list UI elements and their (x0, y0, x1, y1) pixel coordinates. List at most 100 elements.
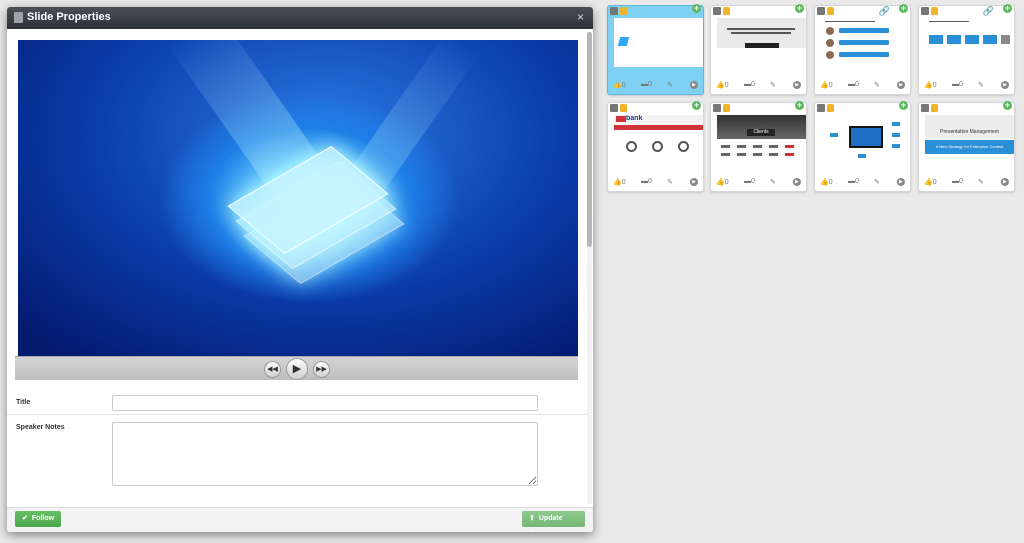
add-icon[interactable]: + (692, 101, 701, 110)
copy-icon[interactable] (817, 104, 825, 112)
play-icon[interactable]: ▶ (1001, 81, 1009, 89)
comment-icon[interactable]: ▬0 (952, 178, 963, 185)
like-icon[interactable]: 👍0 (716, 81, 729, 89)
like-icon[interactable]: 👍0 (820, 81, 833, 89)
slide-thumbnail[interactable] (717, 18, 806, 67)
slide-thumbnail[interactable]: Presentation Management A New Strategy f… (925, 115, 1014, 164)
thumb-box (983, 35, 997, 44)
like-count: 0 (828, 179, 833, 186)
edit-icon[interactable]: ✎ (667, 178, 673, 186)
lock-icon[interactable] (931, 104, 938, 112)
comment-icon[interactable]: ▬0 (641, 178, 652, 185)
thumb-text-line (929, 21, 969, 22)
like-icon[interactable]: 👍0 (924, 81, 937, 89)
slide-card[interactable]: + 👍0 ▬0 ✎ ▶ (710, 4, 807, 95)
video-player[interactable] (18, 40, 578, 356)
like-icon[interactable]: 👍0 (613, 178, 626, 186)
scrollbar[interactable] (587, 32, 592, 504)
slide-card[interactable]: + bank 👍0 ▬0 ✎ ▶ (607, 101, 704, 192)
play-icon[interactable]: ▶ (897, 81, 905, 89)
slide-card[interactable]: + Presentation Management A New Strategy… (918, 101, 1015, 192)
lock-icon[interactable] (723, 104, 730, 112)
slide-thumbnail[interactable] (821, 18, 910, 67)
play-icon[interactable]: ▶ (690, 178, 698, 186)
thumb-box (891, 121, 901, 127)
lock-icon[interactable] (827, 104, 834, 112)
add-icon[interactable]: + (795, 4, 804, 13)
comment-icon[interactable]: ▬0 (952, 81, 963, 88)
like-icon[interactable]: 👍0 (716, 178, 729, 186)
comment-icon[interactable]: ▬0 (848, 178, 859, 185)
rewind-button[interactable]: ◀◀ (264, 361, 281, 378)
thumb-circle (652, 141, 663, 152)
slide-thumbnail[interactable]: bank (614, 115, 703, 164)
edit-icon[interactable]: ✎ (667, 81, 673, 89)
slide-thumbnail[interactable] (925, 18, 1014, 67)
thumb-text-line (825, 21, 875, 22)
lock-icon[interactable] (723, 7, 730, 15)
edit-icon[interactable]: ✎ (874, 81, 880, 89)
lock-icon[interactable] (620, 104, 627, 112)
add-icon[interactable]: + (1003, 101, 1012, 110)
client-logo (737, 153, 746, 156)
client-logo (769, 145, 778, 148)
play-button[interactable]: ▶ (286, 358, 308, 380)
play-icon[interactable]: ▶ (897, 178, 905, 186)
lock-icon[interactable] (827, 7, 834, 15)
play-icon[interactable]: ▶ (793, 81, 801, 89)
slide-card[interactable]: + Clients 👍0 ▬0 ✎ ▶ (710, 101, 807, 192)
copy-icon[interactable] (713, 7, 721, 15)
close-icon[interactable]: × (577, 10, 584, 24)
copy-icon[interactable] (921, 104, 929, 112)
slide-thumbnail[interactable]: Clients (717, 115, 806, 164)
link-icon[interactable]: 🔗 (879, 6, 890, 16)
shufflrr-logo-text: shufflrr (630, 34, 679, 51)
thumb-box (829, 132, 839, 138)
follow-button[interactable]: ✔ Follow (15, 511, 61, 527)
like-icon[interactable]: 👍0 (820, 178, 833, 186)
edit-icon[interactable]: ✎ (770, 178, 776, 186)
edit-icon[interactable]: ✎ (978, 178, 984, 186)
add-icon[interactable]: + (899, 4, 908, 13)
shufflrr-logo-mark (617, 37, 630, 46)
scrollbar-thumb[interactable] (587, 32, 592, 247)
add-icon[interactable]: + (1003, 4, 1012, 13)
copy-icon[interactable] (610, 104, 618, 112)
slide-thumbnail[interactable]: shufflrr (614, 18, 703, 67)
copy-icon[interactable] (817, 7, 825, 15)
link-icon[interactable]: 🔗 (983, 6, 994, 16)
edit-icon[interactable]: ✎ (874, 178, 880, 186)
play-icon[interactable]: ▶ (793, 178, 801, 186)
comment-icon[interactable]: ▬0 (641, 81, 652, 88)
fast-forward-button[interactable]: ▶▶ (313, 361, 330, 378)
thumb-title: Presentation Management (940, 129, 999, 135)
title-input[interactable] (112, 395, 538, 411)
play-icon[interactable]: ▶ (1001, 178, 1009, 186)
slide-card[interactable]: + shufflrr 👍0 ▬0 ✎ ▶ (607, 4, 704, 95)
slide-card[interactable]: 🔗 + 👍0 ▬0 ✎ ▶ (814, 4, 911, 95)
add-icon[interactable]: + (899, 101, 908, 110)
edit-icon[interactable]: ✎ (978, 81, 984, 89)
slide-thumbnail[interactable] (821, 115, 910, 164)
lock-icon[interactable] (931, 7, 938, 15)
thumb-label-block (745, 43, 779, 48)
comment-icon[interactable]: ▬0 (744, 178, 755, 185)
add-icon[interactable]: + (692, 4, 701, 13)
speaker-notes-input[interactable] (112, 422, 538, 486)
play-icon[interactable]: ▶ (690, 81, 698, 89)
comment-icon[interactable]: ▬0 (848, 81, 859, 88)
edit-icon[interactable]: ✎ (770, 81, 776, 89)
copy-icon[interactable] (921, 7, 929, 15)
copy-icon[interactable] (610, 7, 618, 15)
add-icon[interactable]: + (795, 101, 804, 110)
card-toolbar: + (713, 4, 804, 17)
slide-card[interactable]: 🔗 + 👍0 ▬0 ✎ ▶ (918, 4, 1015, 95)
like-icon[interactable]: 👍0 (613, 81, 626, 89)
like-icon[interactable]: 👍0 (924, 178, 937, 186)
slide-card[interactable]: + 👍0 ▬0 ✎ ▶ (814, 101, 911, 192)
update-tags-button[interactable]: ⇪Update Tags (522, 511, 585, 532)
lock-icon[interactable] (620, 7, 627, 15)
comment-icon[interactable]: ▬0 (744, 81, 755, 88)
thumb-subtitle: A New Strategy for Enterprise Content (925, 140, 1014, 154)
copy-icon[interactable] (713, 104, 721, 112)
